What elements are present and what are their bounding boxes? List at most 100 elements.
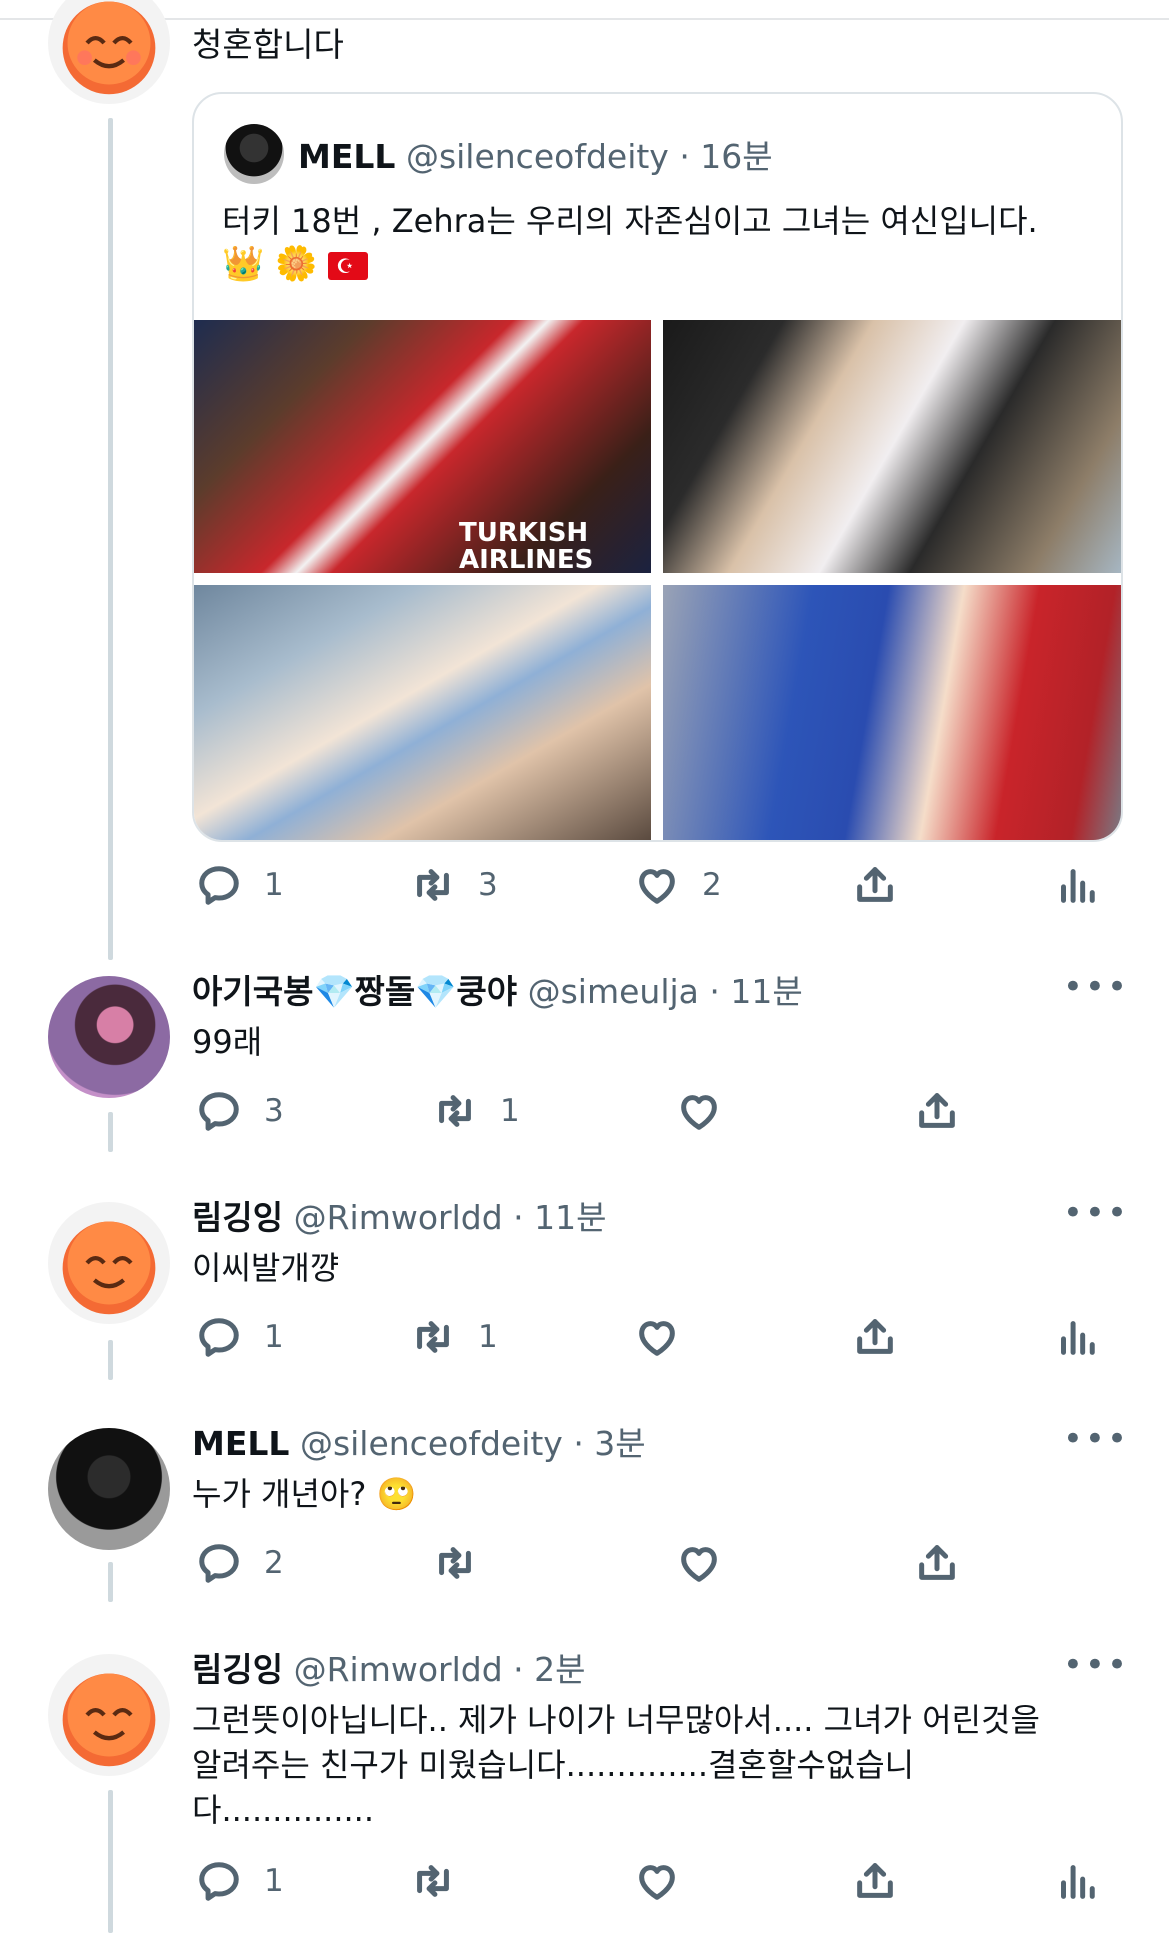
timestamp: · 11분 (513, 1198, 607, 1237)
author-name: MELL (192, 1424, 290, 1463)
analytics-button[interactable] (1052, 862, 1098, 908)
share-button[interactable] (914, 1088, 960, 1134)
author-handle: @Rimworldd (293, 1650, 503, 1689)
tweet-header: MELL @silenceofdeity · 3분 (192, 1422, 646, 1466)
analytics-icon (1052, 1858, 1098, 1904)
retweet-count: 3 (478, 867, 498, 903)
quote-emoji: 👑 🌼 (222, 244, 369, 284)
more-options-icon[interactable]: ••• (1063, 1648, 1129, 1682)
reply-button[interactable]: 3 (196, 1088, 284, 1134)
smiling-face-avatar-icon (62, 1221, 156, 1315)
smiling-face-avatar-icon (62, 1673, 156, 1767)
share-button[interactable] (852, 862, 898, 908)
tweet[interactable]: 아기국봉💎짱돌💎쿵야 @simeulja · 11분 ••• 99래 (192, 970, 1129, 1170)
tweet-text: 청혼합니다 (192, 25, 344, 64)
analytics-icon (1052, 862, 1098, 908)
media-photo[interactable] (663, 320, 1121, 573)
share-button[interactable] (852, 1314, 898, 1360)
more-options-icon[interactable]: ••• (1063, 970, 1129, 1004)
share-icon (914, 1540, 960, 1586)
quote-text: 터키 18번 , Zehra는 우리의 자존심이고 그녀는 여신입니다. (222, 202, 1038, 240)
reply-count: 1 (264, 1319, 284, 1355)
timestamp: · 2분 (513, 1650, 586, 1689)
like-count: 2 (702, 867, 722, 903)
analytics-icon (1052, 1314, 1098, 1360)
share-icon (852, 1858, 898, 1904)
tweet-text: 이씨발개꺙 (192, 1249, 340, 1287)
heart-icon (676, 1540, 722, 1586)
share-icon (914, 1088, 960, 1134)
top-divider (0, 18, 1169, 20)
quote-author-handle: @silenceofdeity (405, 137, 669, 176)
like-button[interactable] (676, 1540, 722, 1586)
tweet[interactable]: 청혼합니다 (192, 22, 1129, 92)
retweet-icon (432, 1088, 478, 1134)
like-button[interactable] (634, 1314, 680, 1360)
author-name: 림깅잉 (192, 1198, 284, 1237)
reply-icon (196, 862, 242, 908)
thread-line (108, 1562, 113, 1602)
more-options-icon[interactable]: ••• (1063, 1196, 1129, 1230)
share-button[interactable] (852, 1858, 898, 1904)
heart-icon (634, 862, 680, 908)
author-name-part: 아기국봉 (192, 972, 314, 1011)
thread-line (108, 1790, 113, 1933)
retweet-button[interactable]: 1 (410, 1314, 498, 1360)
heart-icon (634, 1858, 680, 1904)
avatar[interactable] (48, 1428, 170, 1550)
reply-count: 2 (264, 1545, 284, 1581)
tweet-text: 누가 개년아? 🙄 (192, 1475, 417, 1513)
like-button[interactable] (676, 1088, 722, 1134)
quote-author-name: MELL (298, 137, 396, 176)
more-options-icon[interactable]: ••• (1063, 1422, 1129, 1456)
analytics-button[interactable] (1052, 1314, 1098, 1360)
share-icon (852, 862, 898, 908)
avatar[interactable] (48, 976, 170, 1098)
quoted-tweet[interactable]: MELL @silenceofdeity · 16분 터키 18번 , Zehr… (192, 92, 1123, 842)
turkey-flag-icon (328, 251, 369, 280)
retweet-button[interactable]: 3 (410, 862, 498, 908)
avatar[interactable] (48, 1202, 170, 1324)
author-handle: @simeulja (527, 972, 699, 1011)
retweet-button[interactable] (432, 1540, 478, 1586)
author-name-part: 쿵야 (456, 972, 518, 1011)
retweet-count: 1 (478, 1319, 498, 1355)
thread-line (108, 1340, 113, 1380)
media-photo[interactable]: TURKISH AIRLINES (194, 320, 651, 575)
retweet-icon (410, 1314, 456, 1360)
retweet-button[interactable] (410, 1858, 456, 1904)
media-photo[interactable] (663, 585, 1121, 840)
retweet-button[interactable]: 1 (432, 1088, 520, 1134)
smiling-face-avatar-icon (62, 1, 156, 95)
tweet-text: 그런뜻이아닙니다.. 제가 나이가 너무많아서.... 그녀가 어린것을 알려주… (192, 1701, 1040, 1829)
thread-line (108, 118, 113, 960)
reply-button[interactable]: 1 (196, 1858, 284, 1904)
share-button[interactable] (914, 1540, 960, 1586)
author-name-part: 짱돌 (354, 972, 416, 1011)
avatar[interactable] (48, 0, 170, 104)
tweet-header: 림깅잉 @Rimworldd · 11분 (192, 1196, 607, 1240)
like-button[interactable] (634, 1858, 680, 1904)
media-photo[interactable] (194, 585, 651, 840)
thread-line (108, 1112, 113, 1152)
tweet[interactable]: 림깅잉 @Rimworldd · 11분 ••• 이씨발개꺙 (192, 1196, 1129, 1396)
like-button[interactable]: 2 (634, 862, 722, 908)
tweet[interactable]: 림깅잉 @Rimworldd · 2분 ••• 그런뜻이아닙니다.. 제가 나이… (192, 1648, 1129, 1848)
tweet[interactable]: MELL @silenceofdeity · 3분 ••• 누가 개년아? 🙄 (192, 1422, 1129, 1622)
reply-icon (196, 1858, 242, 1904)
retweet-icon (410, 862, 456, 908)
tweet-header: 아기국봉💎짱돌💎쿵야 @simeulja · 11분 (192, 970, 803, 1014)
reply-button[interactable]: 1 (196, 1314, 284, 1360)
quote-timestamp: · 16분 (679, 137, 773, 176)
reply-button[interactable]: 1 (196, 862, 284, 908)
heart-icon (676, 1088, 722, 1134)
reply-icon (196, 1314, 242, 1360)
reply-button[interactable]: 2 (196, 1540, 284, 1586)
quote-avatar[interactable] (224, 124, 284, 184)
analytics-button[interactable] (1052, 1858, 1098, 1904)
retweet-count: 1 (500, 1093, 520, 1129)
avatar[interactable] (48, 1654, 170, 1776)
author-handle: @silenceofdeity (299, 1424, 563, 1463)
photo-caption-text: TURKISH AIRLINES (459, 518, 594, 575)
timestamp: · 3분 (573, 1424, 646, 1463)
